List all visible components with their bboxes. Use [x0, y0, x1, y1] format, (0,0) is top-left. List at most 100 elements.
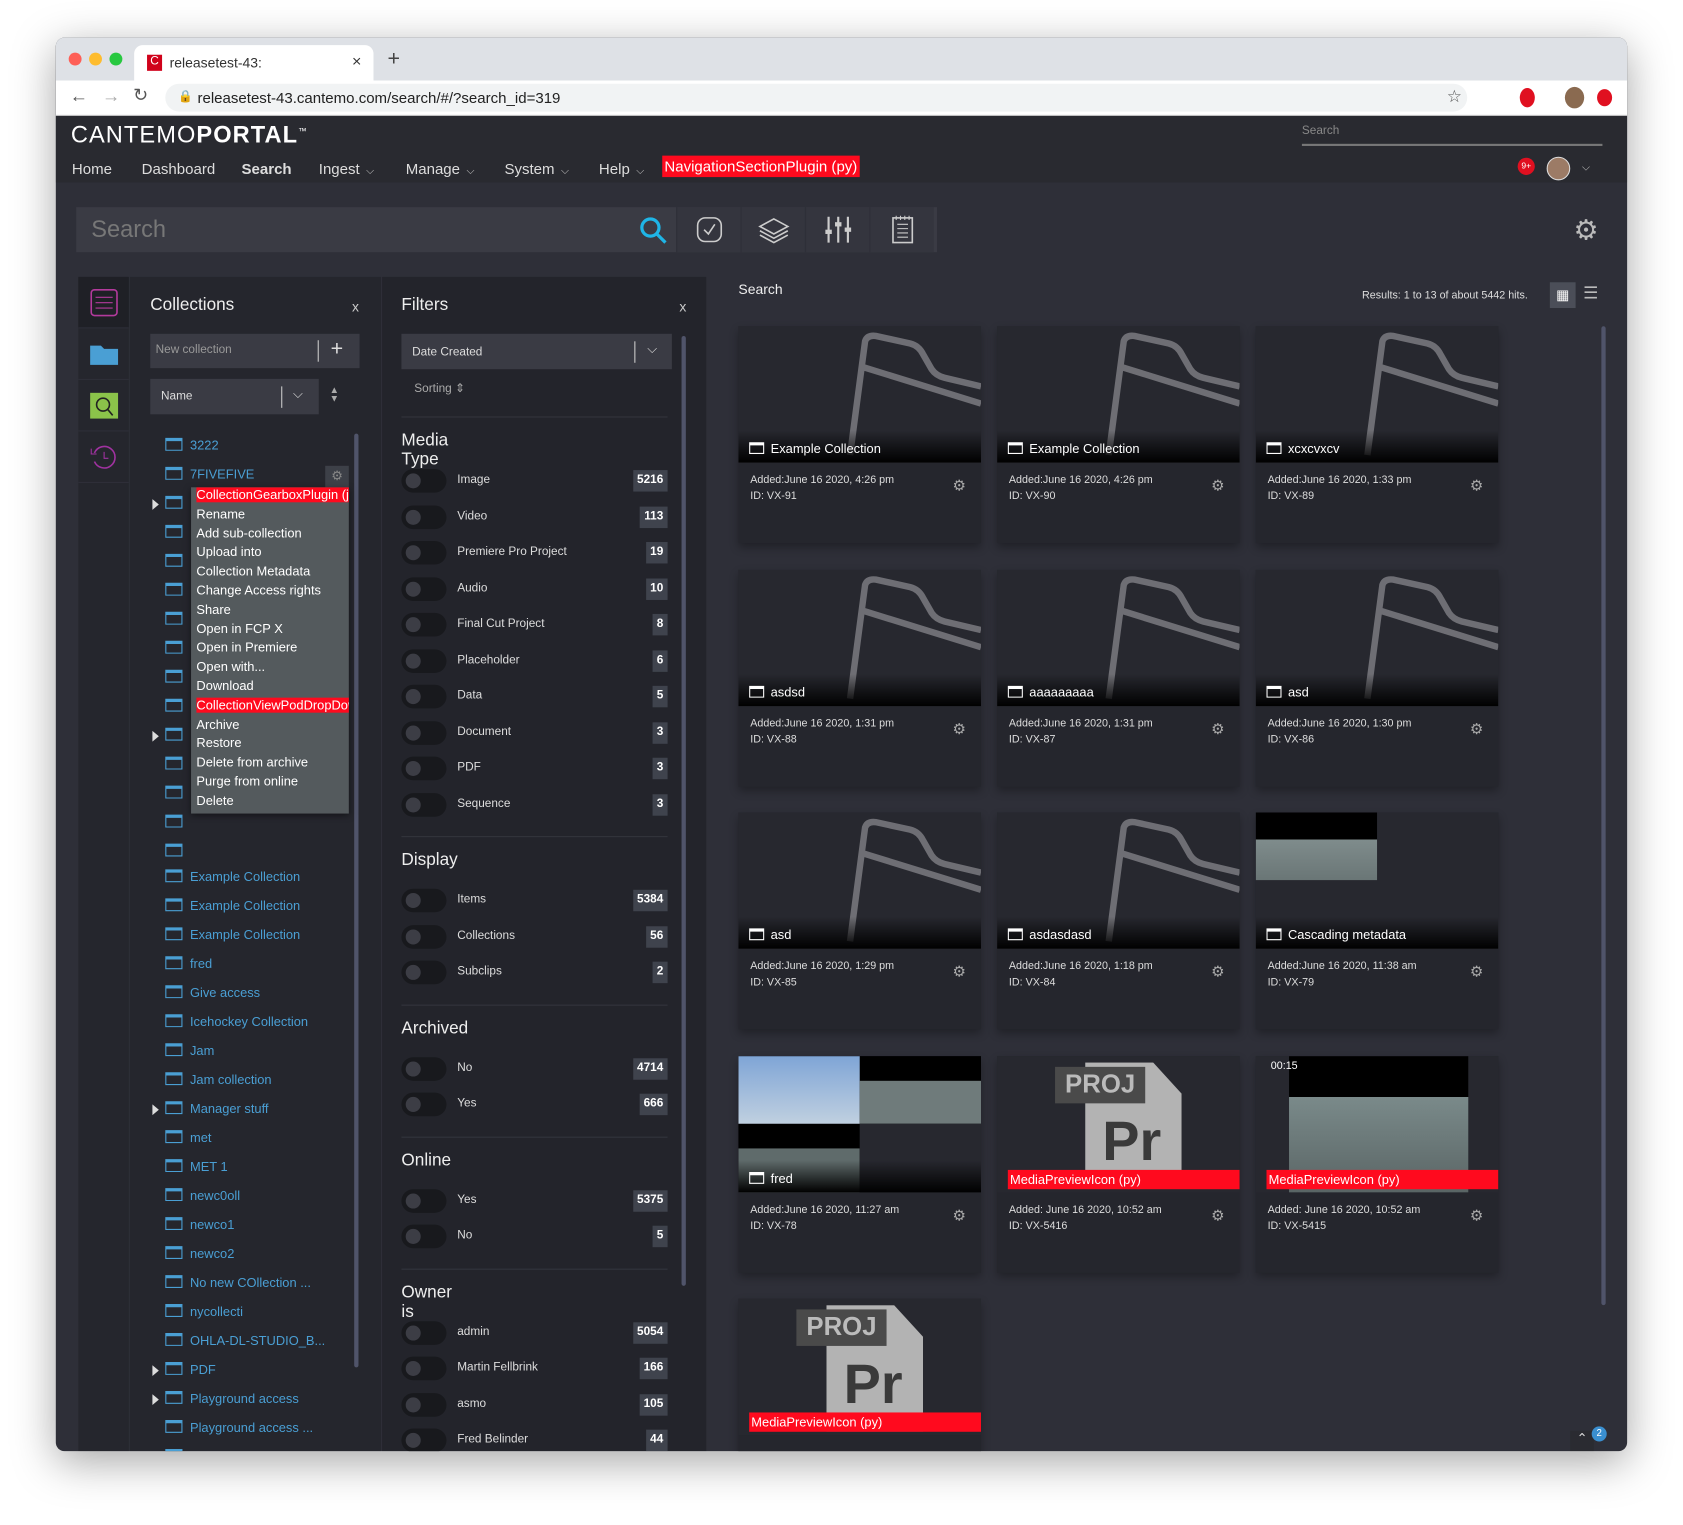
filter-toggle[interactable]: [401, 1392, 447, 1417]
collection-item[interactable]: Playground access: [152, 1390, 299, 1412]
card-title[interactable]: Cascading metadata: [1266, 927, 1406, 942]
collection-item[interactable]: Example Collection: [165, 927, 300, 948]
menu-item[interactable]: Add sub-collection: [191, 525, 349, 544]
card-gear-icon[interactable]: ⚙: [1211, 720, 1224, 738]
filter-option[interactable]: No 4714: [401, 1056, 668, 1082]
collection-item[interactable]: Jam: [165, 1043, 214, 1064]
result-card[interactable]: Cascading metadata Added:June 16 2020, 11…: [1255, 812, 1499, 1030]
notes-button[interactable]: [869, 207, 934, 253]
filter-toggle[interactable]: [401, 888, 447, 913]
filter-toggle[interactable]: [401, 960, 447, 985]
filter-toggle[interactable]: [401, 612, 447, 637]
filter-toggle[interactable]: [401, 1224, 447, 1249]
collection-item[interactable]: Example Collection: [165, 898, 300, 919]
filter-toggle[interactable]: [401, 1092, 447, 1117]
back-icon[interactable]: ←: [70, 86, 88, 107]
menu-item[interactable]: Collection Metadata: [191, 564, 349, 583]
settings-gear-icon[interactable]: ⚙: [1573, 214, 1598, 247]
filter-toggle[interactable]: [401, 1056, 447, 1081]
user-menu-chevron-icon[interactable]: ⌵: [1582, 162, 1590, 174]
nav-home[interactable]: Home: [72, 160, 112, 177]
menu-item[interactable]: Open in Premiere: [191, 640, 349, 659]
card-gear-icon[interactable]: ⚙: [1211, 963, 1224, 981]
filter-option[interactable]: No 5: [401, 1224, 668, 1250]
collection-item[interactable]: Jam collection: [165, 1072, 272, 1093]
filter-option[interactable]: Sequence 3: [401, 792, 668, 818]
filter-toggle[interactable]: [401, 540, 447, 565]
nav-ingest[interactable]: Ingest ⌵: [319, 160, 375, 177]
filter-toggle[interactable]: [401, 720, 447, 745]
reload-icon[interactable]: ↻: [133, 85, 148, 106]
card-title[interactable]: asd: [1266, 684, 1309, 699]
collection-item[interactable]: newco2: [165, 1246, 234, 1267]
collection-item[interactable]: [165, 640, 190, 662]
filter-option[interactable]: Data 5: [401, 684, 668, 710]
expand-arrow-icon[interactable]: [152, 1394, 159, 1405]
collection-item[interactable]: [165, 698, 190, 720]
cantemo-portal-logo[interactable]: CANTEMOPORTAL™: [71, 121, 308, 149]
card-gear-icon[interactable]: ⚙: [1470, 1206, 1483, 1224]
card-title[interactable]: asdasdasd: [1007, 927, 1092, 942]
close-window-button[interactable]: [68, 52, 82, 66]
collection-item[interactable]: [165, 611, 190, 633]
result-card[interactable]: aaaaaaaaa Added:June 16 2020, 1:31 pm ID: …: [997, 569, 1240, 787]
filter-option[interactable]: PDF 3: [401, 756, 668, 782]
collection-item[interactable]: nycollecti: [165, 1304, 243, 1325]
scroll-to-top-button[interactable]: ⌃: [1570, 1430, 1594, 1452]
collection-item[interactable]: Give access: [165, 985, 260, 1006]
collection-item[interactable]: newc0oll: [165, 1188, 240, 1209]
header-search-input[interactable]: Search: [1301, 125, 1603, 146]
thumbnail[interactable]: PROJ Pr MediaPreviewIcon (py): [997, 1055, 1240, 1192]
collection-item[interactable]: OHLA-DL-STUDIO_B...: [165, 1333, 325, 1354]
collection-item[interactable]: Playground access ...: [165, 1419, 313, 1441]
menu-item[interactable]: Open with...: [191, 659, 349, 678]
filter-option[interactable]: Yes 5375: [401, 1188, 668, 1214]
result-card[interactable]: PROJ Pr MediaPreviewIcon (py) Added: June 1…: [997, 1055, 1240, 1273]
result-card[interactable]: asdasdasd Added:June 16 2020, 1:18 pm ID: …: [997, 812, 1240, 1030]
collection-item[interactable]: [152, 727, 190, 749]
filter-option[interactable]: Items 5384: [401, 888, 668, 914]
search-icon[interactable]: [640, 217, 668, 245]
select-items-button[interactable]: [676, 207, 741, 253]
card-title[interactable]: xcxcvxcv: [1266, 441, 1339, 456]
card-title[interactable]: Example Collection: [1007, 441, 1140, 456]
close-tab-icon[interactable]: ×: [352, 53, 361, 71]
card-gear-icon[interactable]: ⚙: [1470, 477, 1483, 495]
filter-option[interactable]: Placeholder 6: [401, 648, 668, 674]
card-gear-icon[interactable]: ⚙: [1470, 963, 1483, 981]
collections-panel-toggle[interactable]: [78, 328, 129, 380]
filter-option[interactable]: Audio 10: [401, 576, 668, 602]
filters-sliders-button[interactable]: [804, 207, 870, 253]
thumbnail[interactable]: PROJ Pr MediaPreviewIcon (py): [738, 1298, 981, 1436]
result-card[interactable]: asd Added:June 16 2020, 1:30 pm ID: VX-86 ⚙: [1255, 569, 1499, 787]
filter-toggle[interactable]: [401, 648, 447, 673]
collection-gear-button[interactable]: ⚙: [325, 465, 349, 488]
date-field-select[interactable]: Date Created ⌵: [401, 333, 672, 370]
menu-item[interactable]: Change Access rights: [191, 583, 349, 602]
filter-toggle[interactable]: [401, 1356, 447, 1381]
thumbnail[interactable]: 00:15 MediaPreviewIcon (py): [1255, 1055, 1499, 1192]
history-toggle[interactable]: [78, 431, 129, 483]
collection-item[interactable]: Icehockey Collection: [165, 1014, 308, 1035]
user-avatar[interactable]: [1546, 156, 1571, 181]
collection-item[interactable]: PDF: [152, 1362, 216, 1383]
list-view-icon[interactable]: ☰: [1583, 282, 1598, 303]
results-scrollbar[interactable]: [1601, 326, 1606, 1306]
collection-item[interactable]: No new COllection ...: [165, 1275, 311, 1296]
extension-icon[interactable]: [1597, 89, 1613, 107]
result-card[interactable]: asd Added:June 16 2020, 1:29 pm ID: VX-85 ⚙: [738, 812, 981, 1030]
menu-item[interactable]: CollectionGearboxPlugin (js): [191, 487, 349, 506]
expand-arrow-icon[interactable]: [152, 499, 159, 510]
filter-option[interactable]: Image 5216: [401, 468, 668, 494]
collection-item[interactable]: 7FIVEFIVE: [165, 466, 254, 488]
card-title[interactable]: asd: [749, 927, 791, 942]
card-gear-icon[interactable]: ⚙: [1211, 1206, 1224, 1224]
collection-item[interactable]: [152, 495, 190, 517]
collection-item[interactable]: [165, 814, 190, 836]
nav-help[interactable]: Help ⌵: [599, 160, 644, 177]
browser-tab[interactable]: C releasetest-43: ×: [134, 45, 374, 81]
menu-item[interactable]: Open in FCP X: [191, 621, 349, 640]
filter-option[interactable]: Final Cut Project 8: [401, 612, 668, 638]
menu-item[interactable]: Delete from archive: [191, 755, 349, 774]
minimize-window-button[interactable]: [89, 52, 102, 66]
